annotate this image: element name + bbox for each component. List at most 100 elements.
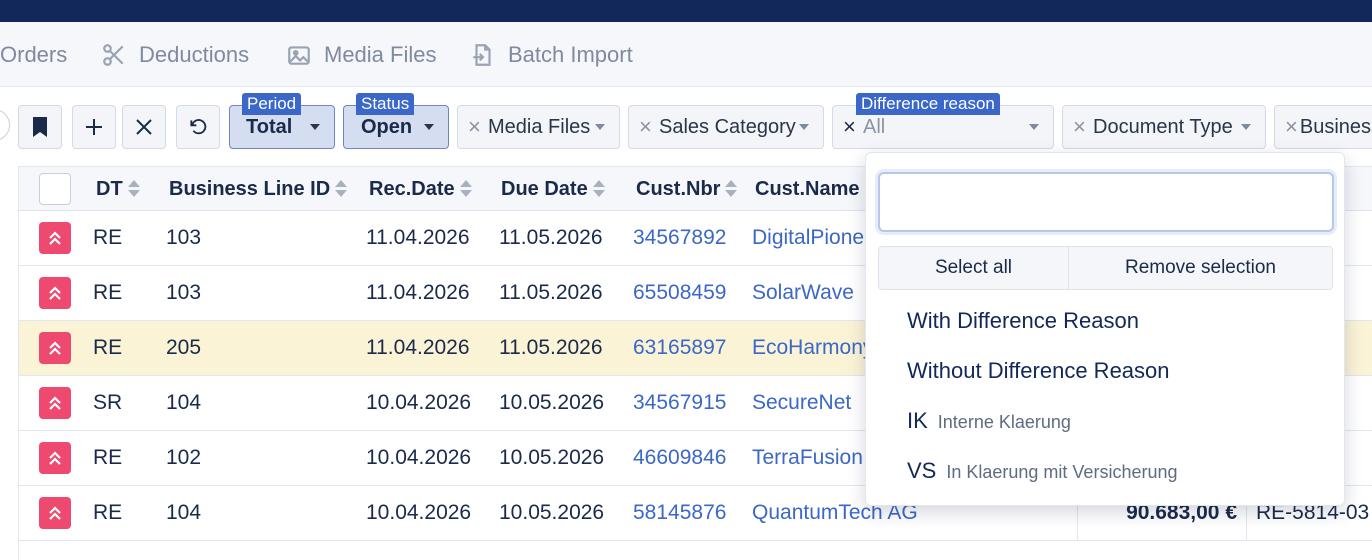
chevron-down-icon	[595, 124, 605, 130]
close-icon[interactable]: ×	[843, 114, 861, 140]
cell-dt: RE	[93, 281, 123, 304]
cell-business-line-id: 104	[166, 501, 202, 524]
close-icon[interactable]: ×	[1285, 114, 1298, 140]
sales-category-filter-label: Sales Category	[659, 115, 796, 138]
media-files-filter-label: Media Files	[488, 115, 591, 138]
cell-cust-nbr[interactable]: 65508459	[633, 266, 726, 320]
cell-cust-nbr[interactable]: 34567892	[633, 211, 726, 265]
status-label: Status	[356, 93, 415, 115]
media-files-filter[interactable]: × Media Files	[457, 105, 620, 149]
period-label: Period	[242, 93, 302, 115]
close-icon[interactable]: ×	[639, 114, 657, 140]
column-cust-name[interactable]: Cust.Name	[755, 167, 859, 211]
cell-cust-name[interactable]: DigitalPioneer	[752, 211, 883, 265]
cell-cust-nbr[interactable]: 58145876	[633, 486, 726, 540]
cell-cust-name[interactable]: SecureNet	[752, 376, 851, 430]
nav-batch-import[interactable]: Batch Import	[470, 22, 633, 87]
column-due-date[interactable]: Due Date	[501, 167, 606, 211]
option-code: IK	[907, 408, 928, 433]
cell-business-line-id: 103	[166, 281, 202, 304]
option-without-difference-reason[interactable]: Without Difference Reason	[907, 351, 1170, 391]
select-all-button[interactable]: Select all	[879, 247, 1068, 289]
cell-business-line-id: 205	[166, 336, 202, 359]
cell-due-date: 11.05.2026	[499, 336, 603, 359]
difference-reason-label: Difference reason	[856, 93, 1000, 115]
cell-cust-name[interactable]: EcoHarmony	[752, 321, 873, 375]
sort-icon	[127, 179, 141, 199]
sort-icon	[334, 179, 348, 199]
undo-icon	[190, 119, 207, 135]
option-label: With Difference Reason	[907, 308, 1139, 333]
column-business-line-id[interactable]: Business Line ID	[169, 167, 348, 211]
cell-cust-nbr[interactable]: 63165897	[633, 321, 726, 375]
priority-high-icon[interactable]	[39, 277, 71, 309]
cell-dt: RE	[93, 446, 123, 469]
difference-reason-dropdown: Select all Remove selection With Differe…	[865, 152, 1345, 506]
module-nav: Orders Deductions Media Files Batch Impo…	[0, 22, 1372, 87]
cell-due-date: 11.05.2026	[499, 281, 603, 304]
document-type-filter[interactable]: × Document Type	[1062, 105, 1266, 149]
cell-dt: RE	[93, 226, 123, 249]
cell-rec-date: 10.04.2026	[366, 446, 472, 469]
nav-deductions-label: Deductions	[139, 41, 250, 67]
cell-due-date: 10.05.2026	[499, 501, 605, 524]
priority-high-icon[interactable]	[39, 222, 71, 254]
business-filter[interactable]: × Business	[1274, 105, 1372, 149]
column-dt[interactable]: DT	[96, 167, 141, 211]
option-ik[interactable]: IK Interne Klaerung	[907, 401, 1071, 441]
option-vs[interactable]: VS In Klaerung mit Versicherung	[907, 451, 1178, 491]
priority-high-icon[interactable]	[39, 387, 71, 419]
nav-deductions[interactable]: Deductions	[101, 22, 249, 87]
close-icon[interactable]: ×	[1073, 114, 1091, 140]
scissors-icon	[103, 43, 124, 66]
toggle-stub[interactable]	[0, 109, 10, 141]
priority-high-icon[interactable]	[39, 497, 71, 529]
sort-icon	[592, 179, 606, 199]
chevron-down-icon	[424, 124, 434, 130]
dropdown-actions: Select all Remove selection	[878, 246, 1333, 290]
column-rec-date-label: Rec.Date	[369, 177, 455, 200]
cell-rec-date: 11.04.2026	[366, 226, 470, 249]
sort-icon	[459, 179, 473, 199]
priority-high-icon[interactable]	[39, 332, 71, 364]
nav-media-files[interactable]: Media Files	[286, 22, 436, 87]
nav-orders[interactable]: Orders	[0, 22, 67, 87]
cell-business-line-id: 104	[166, 391, 202, 414]
cell-dt: RE	[93, 501, 123, 524]
column-cust-name-label: Cust.Name	[755, 177, 860, 200]
clear-filters-button[interactable]	[122, 105, 166, 149]
column-due-date-label: Due Date	[501, 177, 588, 200]
cell-rec-date: 10.04.2026	[366, 501, 472, 524]
document-type-filter-label: Document Type	[1093, 115, 1233, 138]
cell-rec-date: 11.04.2026	[366, 281, 470, 304]
image-icon	[288, 45, 310, 65]
column-dt-label: DT	[96, 177, 123, 200]
option-description: Interne Klaerung	[937, 412, 1071, 432]
sales-category-filter[interactable]: × Sales Category	[628, 105, 824, 149]
cell-rec-date: 11.04.2026	[366, 336, 470, 359]
cell-cust-name[interactable]: SolarWave	[752, 266, 854, 320]
priority-high-icon[interactable]	[39, 442, 71, 474]
option-with-difference-reason[interactable]: With Difference Reason	[907, 301, 1139, 341]
dropdown-search-input[interactable]	[878, 172, 1334, 232]
select-all-checkbox[interactable]	[39, 173, 71, 205]
column-rec-date[interactable]: Rec.Date	[369, 167, 473, 211]
cell-dt: RE	[93, 336, 123, 359]
add-filter-button[interactable]	[72, 105, 116, 149]
plus-icon	[86, 119, 102, 135]
cell-business-line-id: 102	[166, 446, 202, 469]
close-icon[interactable]: ×	[468, 114, 486, 140]
column-cust-nbr-label: Cust.Nbr	[636, 177, 721, 200]
cell-cust-nbr[interactable]: 46609846	[633, 431, 726, 485]
reset-button[interactable]	[176, 105, 220, 149]
bookmark-icon	[33, 117, 47, 137]
column-cust-nbr[interactable]: Cust.Nbr	[636, 167, 738, 211]
option-description: In Klaerung mit Versicherung	[946, 462, 1178, 482]
nav-orders-label: Orders	[0, 41, 68, 67]
bookmark-button[interactable]	[18, 105, 62, 149]
cell-cust-nbr[interactable]: 34567915	[633, 376, 726, 430]
cell-cust-name[interactable]: TerraFusion	[752, 431, 863, 485]
cell-dt: SR	[93, 391, 123, 414]
remove-selection-button[interactable]: Remove selection	[1068, 247, 1332, 289]
cell-due-date: 11.05.2026	[499, 226, 603, 249]
